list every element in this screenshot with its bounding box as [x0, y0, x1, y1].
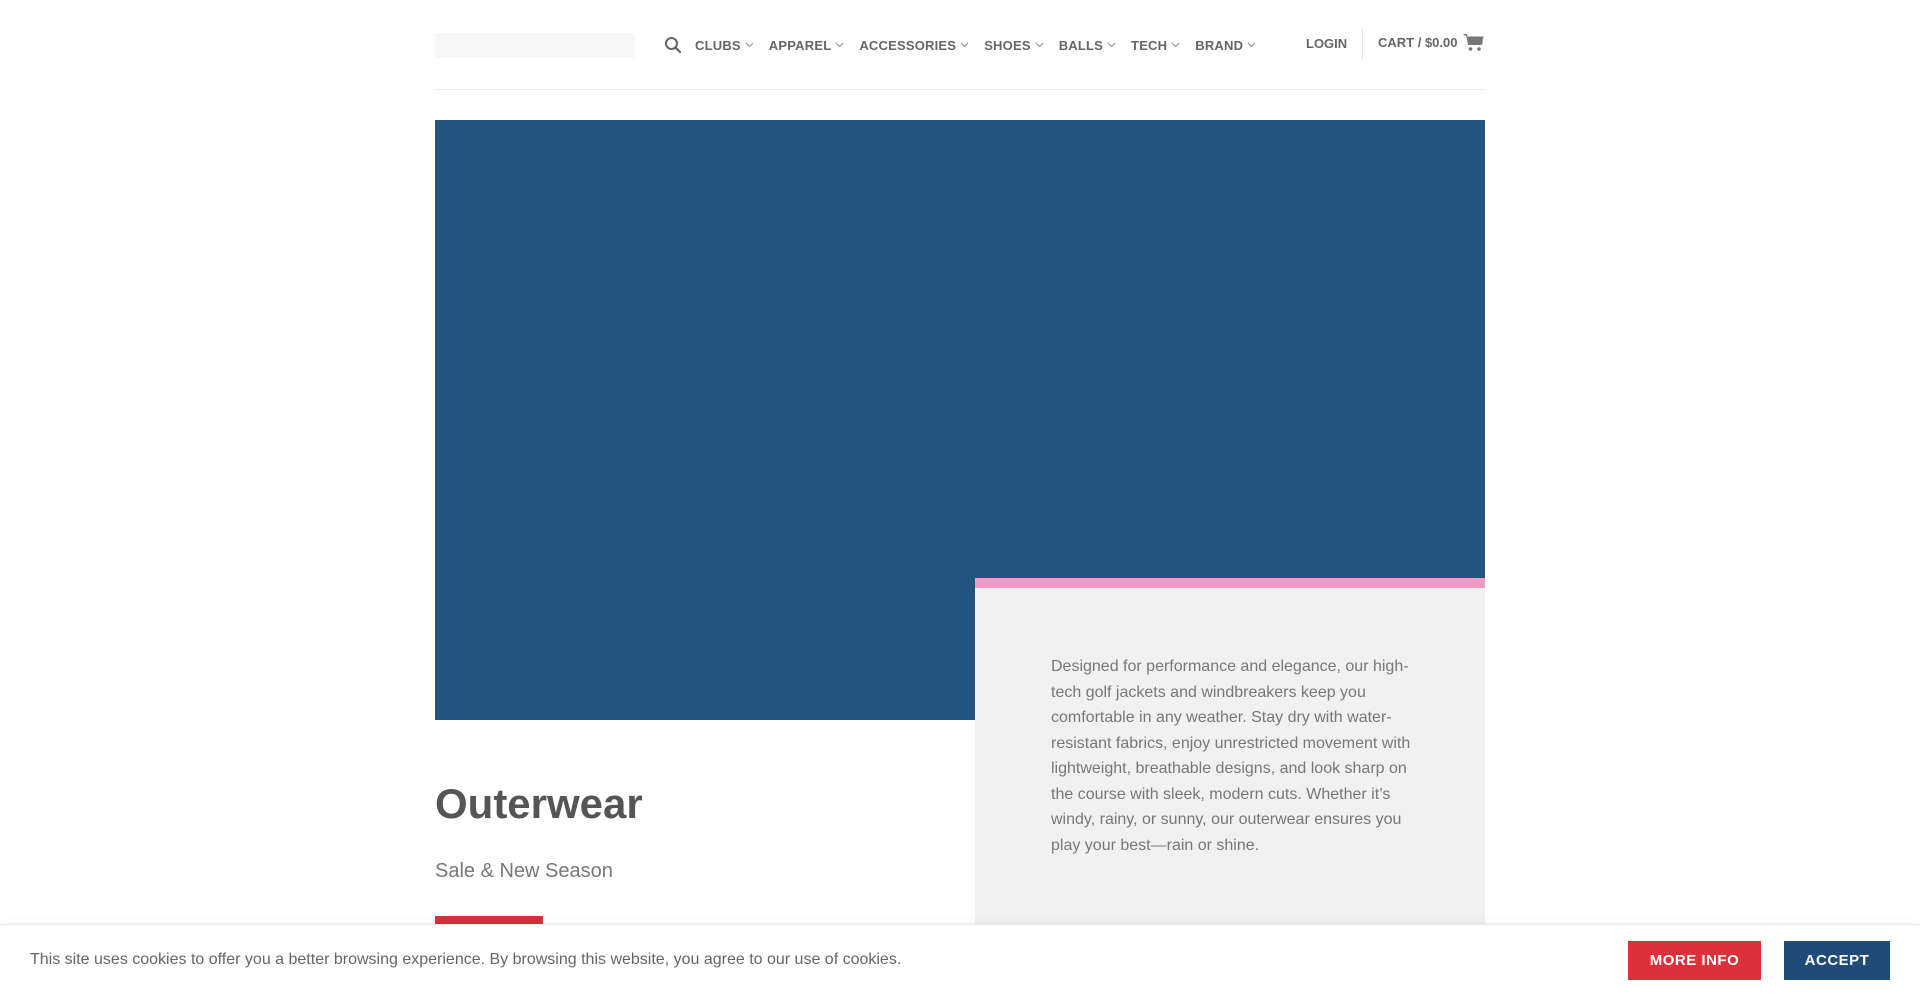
card-accent-bar — [975, 578, 1485, 588]
nav-item-label: APPAREL — [768, 37, 832, 53]
chevron-down-icon — [1035, 42, 1044, 48]
nav-item-tech[interactable]: TECH — [1131, 38, 1180, 53]
header-divider — [1362, 29, 1363, 59]
chevron-down-icon — [745, 42, 754, 48]
nav-item-label: TECH — [1131, 37, 1168, 53]
nav-item-label: BRAND — [1195, 37, 1244, 53]
search-icon[interactable] — [664, 36, 682, 54]
nav-item-label: CLUBS — [695, 37, 741, 53]
nav-item-accessories[interactable]: ACCESSORIES — [859, 38, 969, 53]
nav-item-label: SHOES — [984, 37, 1031, 53]
accept-cookies-button[interactable]: ACCEPT — [1784, 941, 1890, 980]
chevron-down-icon — [1171, 42, 1180, 48]
more-info-button[interactable]: MORE INFO — [1628, 941, 1761, 980]
nav-item-shoes[interactable]: SHOES — [984, 38, 1044, 53]
nav-item-label: ACCESSORIES — [859, 37, 957, 53]
cart-link[interactable]: CART / $0.00 — [1378, 33, 1484, 52]
shopping-cart-icon — [1463, 34, 1484, 51]
site-header: CLUBS APPAREL ACCESSORIES SHOES BALLS TE… — [435, 0, 1485, 90]
nav-item-balls[interactable]: BALLS — [1059, 38, 1116, 53]
category-subtitle: Sale & New Season — [435, 860, 613, 882]
chevron-down-icon — [835, 42, 844, 48]
category-title: Outerwear — [435, 780, 643, 827]
login-link[interactable]: LOGIN — [1306, 36, 1347, 51]
cart-label: CART / $0.00 — [1378, 35, 1458, 50]
chevron-down-icon — [1247, 42, 1256, 48]
main-nav: CLUBS APPAREL ACCESSORIES SHOES BALLS TE… — [695, 36, 1271, 54]
chevron-down-icon — [1107, 42, 1116, 48]
cookie-message: This site uses cookies to offer you a be… — [30, 951, 902, 968]
cookie-consent-bar: This site uses cookies to offer you a be… — [0, 924, 1920, 993]
category-description: Designed for performance and elegance, o… — [1051, 658, 1411, 854]
nav-item-clubs[interactable]: CLUBS — [695, 38, 754, 53]
nav-item-apparel[interactable]: APPAREL — [769, 38, 845, 53]
nav-item-label: BALLS — [1058, 37, 1104, 53]
chevron-down-icon — [960, 42, 969, 48]
nav-item-brand[interactable]: BRAND — [1195, 38, 1256, 53]
site-logo[interactable] — [435, 33, 635, 58]
